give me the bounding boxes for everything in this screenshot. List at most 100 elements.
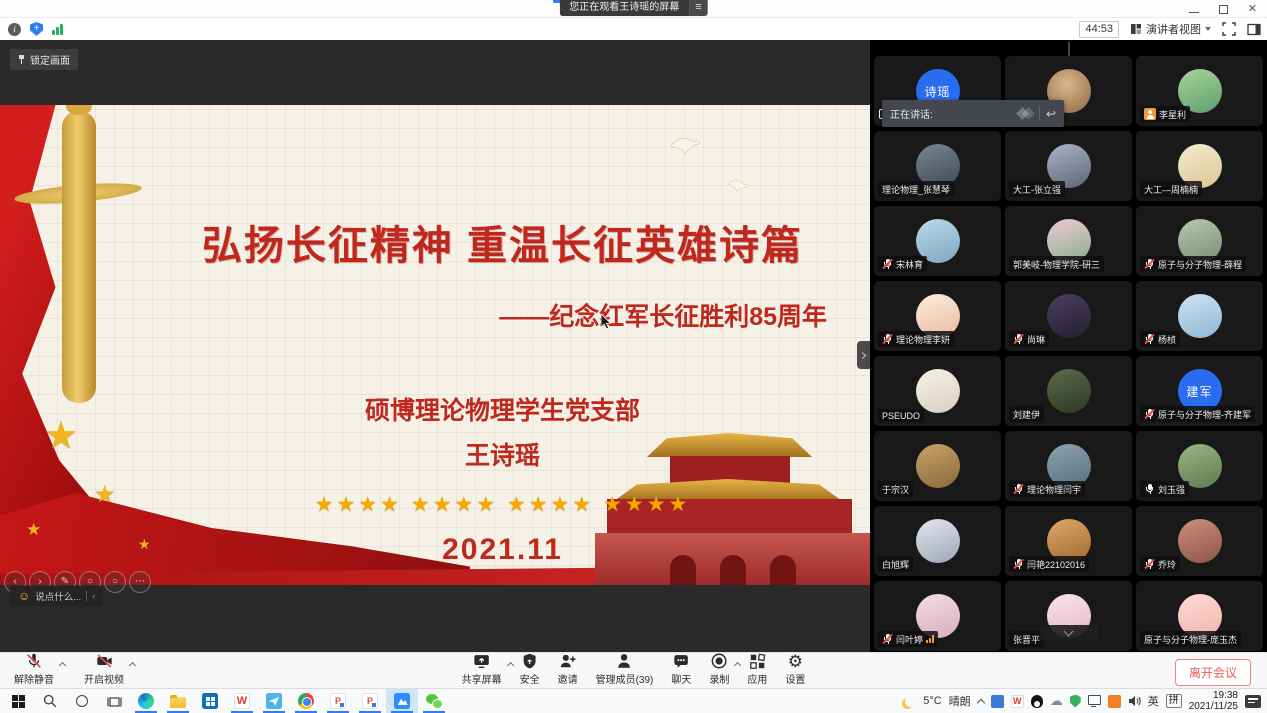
weather-moon-icon[interactable] — [905, 696, 916, 707]
wps-tray-icon[interactable]: W — [1011, 695, 1024, 708]
participant-nameplate: 宋林育 — [878, 256, 927, 272]
sidebar-collapse-handle[interactable] — [857, 341, 870, 369]
participant-tile[interactable]: 闫叶婷 — [874, 581, 1001, 651]
mouse-cursor — [600, 313, 612, 331]
converter-icon: P — [330, 693, 346, 709]
share-options-chevron[interactable] — [507, 662, 514, 669]
taskbar-app-wechat[interactable] — [418, 689, 450, 713]
start-button[interactable] — [2, 689, 34, 713]
participant-tile[interactable]: 理论物理李妍 — [874, 281, 1001, 351]
fullscreen-icon[interactable] — [1222, 22, 1236, 36]
participant-tile[interactable]: PSEUDO — [874, 356, 1001, 426]
watermark-logo-icon — [1018, 109, 1033, 118]
participant-tile[interactable]: 杨桢 — [1136, 281, 1263, 351]
security-button[interactable]: 安全 — [520, 654, 540, 688]
collapse-chat-icon[interactable]: ‹ — [92, 591, 95, 602]
participant-tile[interactable]: 郭美岐-物理学院-研三 — [1005, 206, 1132, 276]
lock-view-button[interactable]: 锁定画面 — [10, 49, 78, 70]
participant-tile[interactable]: 闫艳22102016 — [1005, 506, 1132, 576]
edge-icon — [138, 693, 154, 709]
record-options-chevron[interactable] — [734, 662, 741, 669]
meeting-info-icon[interactable]: i — [8, 23, 21, 36]
meeting-info-bar: i + 44:53 演讲者视图 — [0, 18, 1267, 40]
participant-tile[interactable]: 大工-张立强 — [1005, 131, 1132, 201]
taskbar-app-explorer[interactable] — [162, 689, 194, 713]
main-area: 锁定画面 ★ ★ ★ ★ — [0, 40, 1267, 652]
taskbar-app-meeting[interactable] — [386, 689, 418, 713]
close-button[interactable]: ✕ — [1248, 4, 1257, 15]
minimize-button[interactable] — [1189, 12, 1199, 13]
participant-tile[interactable]: 于宗汉 — [874, 431, 1001, 501]
participant-tile[interactable]: 尚琳 — [1005, 281, 1132, 351]
participant-tile[interactable]: 刘玉强 — [1136, 431, 1263, 501]
security-shield-icon[interactable]: + — [30, 22, 43, 36]
volume-icon[interactable] — [1128, 695, 1141, 707]
record-button[interactable]: 录制 — [709, 654, 729, 688]
weather-temp[interactable]: 5°C — [923, 695, 941, 707]
participant-tile[interactable]: 建军 原子与分子物理-齐建军 — [1136, 356, 1263, 426]
participant-tile[interactable]: 刘建伊 — [1005, 356, 1132, 426]
taskbar-app-converter-1[interactable]: P — [322, 689, 354, 713]
view-mode-selector[interactable]: 演讲者视图 — [1130, 21, 1211, 37]
taskbar-app-wps[interactable]: W — [226, 689, 258, 713]
participant-tile[interactable]: 理论物理_张慧琴 — [874, 131, 1001, 201]
participant-tile[interactable]: 李星利 — [1136, 56, 1263, 126]
qq-tray-icon[interactable] — [1031, 695, 1043, 708]
tray-app-icon[interactable] — [1108, 695, 1121, 708]
participant-tile[interactable]: 原子与分子物理-庞玉杰 — [1136, 581, 1263, 651]
mic-options-chevron[interactable] — [59, 662, 66, 669]
participant-tile[interactable]: 原子与分子物理-薛程 — [1136, 206, 1263, 276]
manage-members-button[interactable]: 管理成员(39) — [596, 654, 654, 688]
reply-arrow-icon[interactable]: ↩ — [1046, 108, 1056, 120]
screen-share-banner-text: 您正在观看王诗瑶的屏幕 — [559, 0, 689, 16]
taskbar-app-chrome[interactable] — [290, 689, 322, 713]
taskbar-app-store[interactable] — [194, 689, 226, 713]
taskbar-app-docs[interactable] — [258, 689, 290, 713]
ime-mode-indicator[interactable]: 拼 — [1166, 694, 1182, 708]
leave-meeting-button[interactable]: 离开会议 — [1175, 659, 1251, 686]
invite-button[interactable]: 邀请 — [558, 654, 578, 688]
cortana-button[interactable] — [66, 689, 98, 713]
presenter-badge-icon — [1144, 108, 1156, 120]
share-screen-button[interactable]: 共享屏幕 — [462, 654, 502, 688]
wechat-icon — [426, 694, 443, 709]
video-options-chevron[interactable] — [129, 662, 136, 669]
security-tray-icon[interactable] — [1070, 695, 1081, 708]
taskbar-app-converter-2[interactable]: P — [354, 689, 386, 713]
weather-desc[interactable]: 晴朗 — [949, 693, 971, 709]
participant-nameplate: 刘玉强 — [1140, 481, 1189, 497]
taskbar-app-edge[interactable] — [130, 689, 162, 713]
display-tray-icon[interactable] — [1088, 695, 1101, 705]
slide-text-block: 弘扬长征精神 重温长征英雄诗篇 ——纪念红军长征胜利85周年 硕博理论物理学生党… — [150, 105, 855, 567]
participant-tile[interactable]: 张晋平 — [1005, 581, 1132, 651]
screen-share-banner[interactable]: 您正在观看王诗瑶的屏幕 ≡ — [559, 0, 707, 16]
participant-nameplate: 尚琳 — [1009, 331, 1049, 347]
clock-time: 19:38 — [1213, 690, 1238, 701]
ime-language-indicator[interactable]: 英 — [1148, 693, 1159, 709]
apps-button[interactable]: 应用 — [747, 654, 767, 688]
quick-chat-input[interactable]: ☺ 说点什么... ‹ — [10, 586, 103, 606]
emoji-icon[interactable]: ☺ — [18, 590, 30, 602]
maximize-button[interactable] — [1219, 5, 1228, 14]
task-view-button[interactable] — [98, 689, 130, 713]
banner-menu-icon[interactable]: ≡ — [689, 0, 707, 16]
taskbar-clock[interactable]: 19:38 2021/11/25 — [1189, 690, 1238, 712]
tray-expand-chevron[interactable] — [976, 698, 984, 706]
participant-tile[interactable]: 理论物理闫宇 — [1005, 431, 1132, 501]
tray-app-icon[interactable] — [991, 695, 1004, 708]
unmute-button[interactable]: 解除静音 — [14, 654, 54, 688]
magnifier-button[interactable]: ○ — [104, 571, 126, 593]
scroll-down-button[interactable] — [1040, 625, 1098, 640]
chat-button[interactable]: 聊天 — [671, 654, 691, 688]
participant-tile[interactable]: 白旭辉 — [874, 506, 1001, 576]
start-video-button[interactable]: 开启视频 — [84, 654, 124, 688]
search-button[interactable] — [34, 689, 66, 713]
notification-center-icon[interactable] — [1245, 695, 1261, 708]
layout-toggle-icon[interactable] — [1247, 23, 1261, 36]
participant-tile[interactable]: 乔玲 — [1136, 506, 1263, 576]
cloud-tray-icon[interactable]: ☁ — [1050, 693, 1063, 709]
more-options-button[interactable]: ⋯ — [129, 571, 151, 593]
participant-tile[interactable]: 大工—周楠楠 — [1136, 131, 1263, 201]
settings-button[interactable]: ⚙ 设置 — [785, 654, 805, 688]
participant-tile[interactable]: 宋林育 — [874, 206, 1001, 276]
